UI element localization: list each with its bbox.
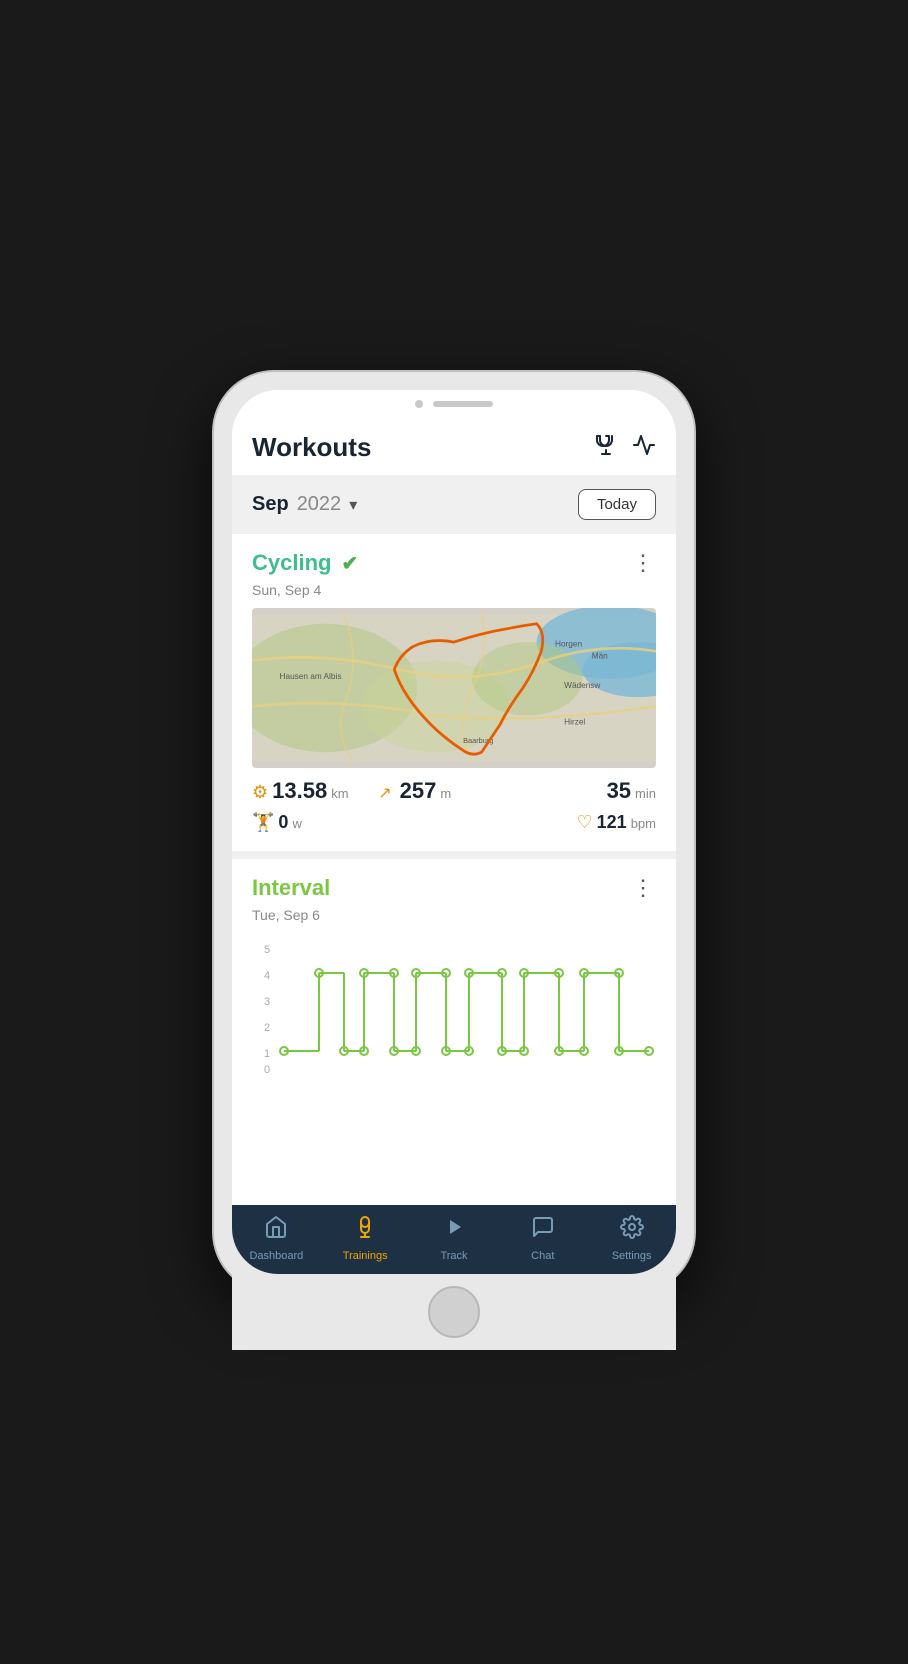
card-divider: [232, 851, 676, 859]
page-title: Workouts: [252, 432, 371, 463]
cycling-stats-row1: ⚙ 13.58 km ↗ 257 m 35 min: [232, 768, 676, 808]
cycling-heartrate-value: 121: [597, 812, 627, 833]
cycling-duration-unit: min: [635, 786, 656, 801]
svg-text:Hausen am Albis: Hausen am Albis: [280, 672, 342, 681]
svg-text:Män: Män: [592, 652, 608, 661]
today-button[interactable]: Today: [578, 489, 656, 520]
chevron-down-icon: ▾: [349, 495, 357, 515]
date-month: Sep: [252, 493, 289, 516]
date-bar: Sep 2022 ▾ Today: [232, 475, 676, 534]
settings-label: Settings: [612, 1250, 652, 1262]
interval-workout-card: Interval ⋮ Tue, Sep 6 5 4 3 2 1: [232, 859, 676, 1088]
svg-text:Wädensw: Wädensw: [564, 681, 600, 690]
track-icon: [442, 1215, 466, 1246]
svg-text:5: 5: [264, 944, 270, 956]
bottom-navigation: Dashboard Trainings: [232, 1205, 676, 1274]
cycling-power-value: 0: [278, 812, 288, 833]
nav-chat[interactable]: Chat: [498, 1215, 587, 1262]
app-screen: Workouts: [232, 414, 676, 1274]
cycling-check-icon: ✔: [341, 551, 358, 576]
cycling-distance-unit: km: [331, 786, 348, 801]
cycling-title-row: Cycling ✔: [252, 550, 358, 576]
power-icon: 🏋: [252, 812, 274, 833]
cycling-stats-row2: 🏋 0 w ♡ 121 bpm: [232, 808, 676, 849]
home-button[interactable]: [428, 1286, 480, 1338]
phone-speaker: [433, 401, 493, 407]
svg-text:Hirzel: Hirzel: [564, 718, 585, 727]
interval-card-header: Interval ⋮: [232, 859, 676, 905]
phone-screen: Workouts: [232, 390, 676, 1274]
elevation-icon: ↗: [378, 783, 391, 803]
dashboard-icon: [264, 1215, 288, 1246]
trainings-icon: [353, 1215, 377, 1246]
cycling-heartrate-stat: ♡ 121 bpm: [454, 812, 656, 833]
cycling-heartrate-unit: bpm: [631, 816, 656, 831]
heartrate-icon: ♡: [577, 812, 593, 833]
nav-settings[interactable]: Settings: [587, 1215, 676, 1262]
header-actions: [594, 433, 656, 463]
cycling-elevation-value: 257: [400, 778, 437, 804]
cycling-map: Hausen am Albis Wädensw Horgen Män Hirze…: [252, 608, 656, 768]
dashboard-label: Dashboard: [249, 1250, 303, 1262]
settings-icon: [620, 1215, 644, 1246]
chart-icon[interactable]: [632, 433, 656, 463]
cycling-duration-value: 35: [607, 778, 631, 804]
trainings-label: Trainings: [343, 1250, 388, 1262]
interval-chart-area: 5 4 3 2 1 0: [232, 933, 676, 1088]
home-button-area: [232, 1274, 676, 1350]
interval-title: Interval: [252, 875, 330, 901]
cycling-date: Sun, Sep 4: [232, 580, 676, 608]
cycling-distance-value: 13.58: [272, 778, 327, 804]
cycling-card-header: Cycling ✔ ⋮: [232, 534, 676, 580]
cycling-distance-stat: ⚙ 13.58 km: [252, 778, 378, 804]
trophy-icon[interactable]: [594, 433, 618, 463]
interval-date: Tue, Sep 6: [232, 905, 676, 933]
chat-label: Chat: [531, 1250, 554, 1262]
cycling-duration-stat: 35 min: [530, 778, 656, 804]
cycling-title: Cycling: [252, 550, 331, 576]
phone-notch: [232, 390, 676, 414]
chat-icon: [531, 1215, 555, 1246]
nav-trainings[interactable]: Trainings: [321, 1215, 410, 1262]
cycling-power-unit: w: [292, 816, 301, 831]
nav-dashboard[interactable]: Dashboard: [232, 1215, 321, 1262]
cycling-elevation-unit: m: [440, 786, 451, 801]
date-year: 2022: [297, 493, 342, 516]
app-header: Workouts: [232, 414, 676, 475]
cycling-elevation-stat: ↗ 257 m: [378, 778, 530, 804]
nav-track[interactable]: Track: [410, 1215, 499, 1262]
svg-text:1: 1: [264, 1048, 270, 1060]
svg-text:4: 4: [264, 970, 270, 982]
date-selector[interactable]: Sep 2022 ▾: [252, 493, 357, 516]
phone-device: Workouts: [214, 372, 694, 1292]
svg-text:3: 3: [264, 996, 270, 1008]
cycling-power-stat: 🏋 0 w: [252, 812, 454, 833]
svg-text:0: 0: [264, 1064, 270, 1073]
scroll-content: Cycling ✔ ⋮ Sun, Sep 4: [232, 534, 676, 1205]
track-label: Track: [440, 1250, 467, 1262]
cycling-more-icon[interactable]: ⋮: [632, 550, 656, 576]
cycling-workout-card: Cycling ✔ ⋮ Sun, Sep 4: [232, 534, 676, 849]
phone-camera: [415, 400, 423, 408]
svg-text:2: 2: [264, 1022, 270, 1034]
interval-title-row: Interval: [252, 875, 330, 901]
svg-text:Horgen: Horgen: [555, 640, 582, 649]
distance-icon: ⚙: [252, 782, 268, 803]
interval-more-icon[interactable]: ⋮: [632, 875, 656, 901]
